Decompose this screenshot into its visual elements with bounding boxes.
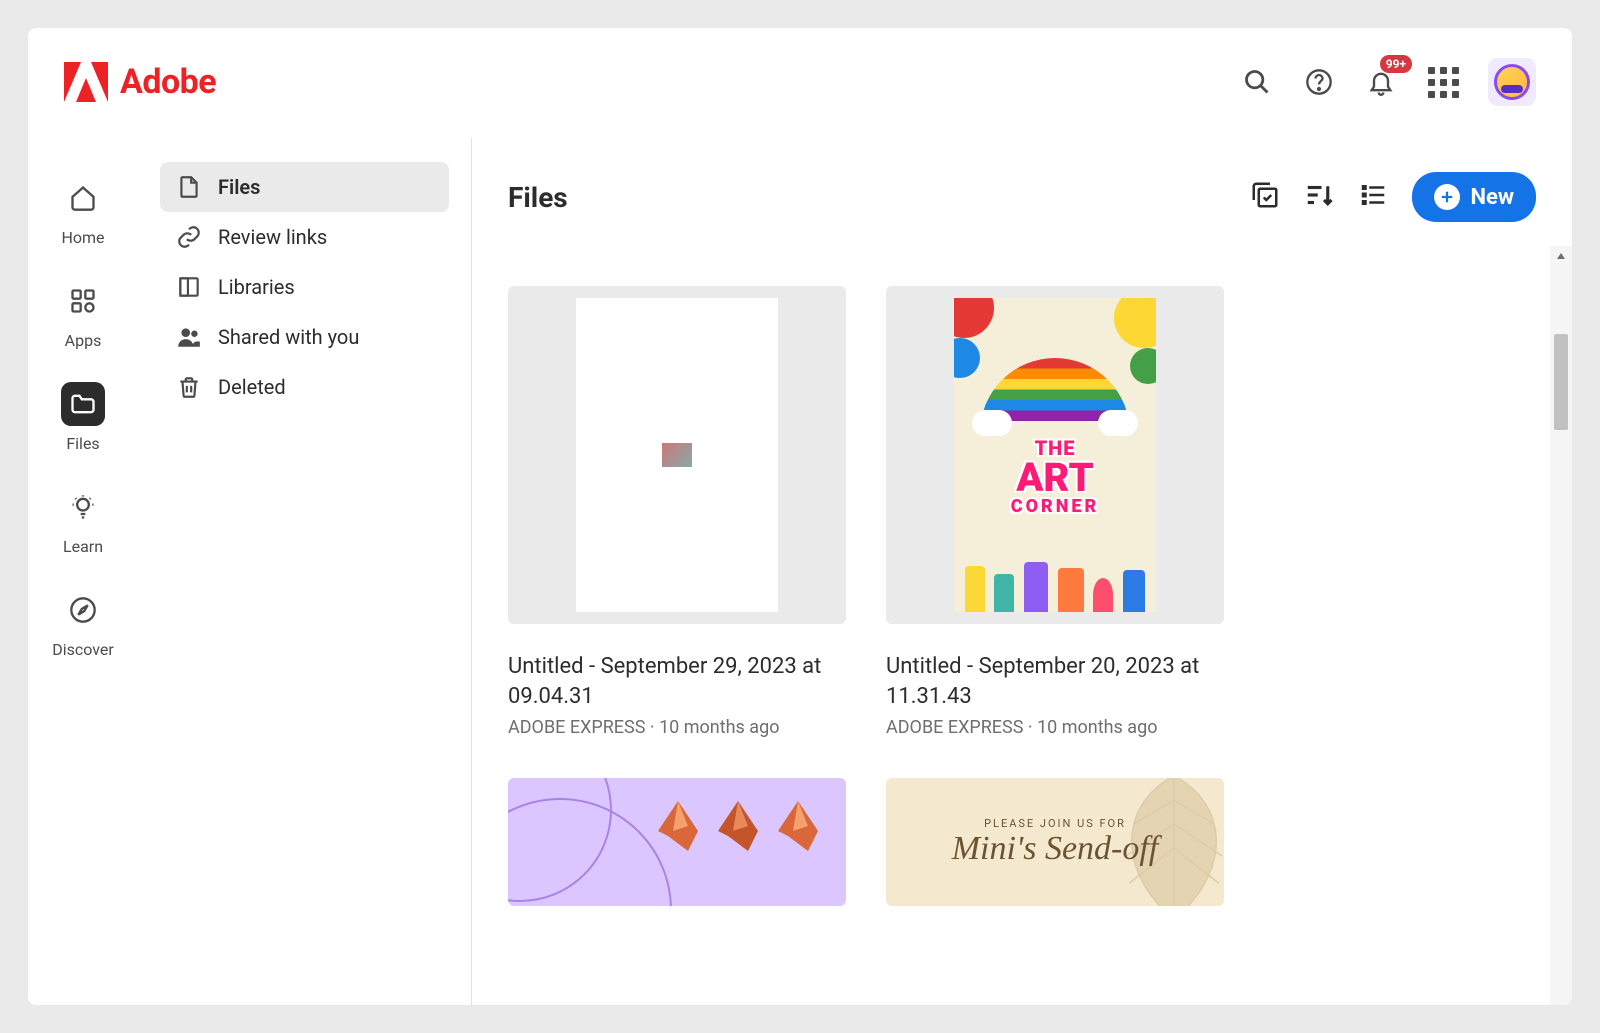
profile-avatar[interactable] [1488,58,1536,106]
app-body: Home Apps Files Learn Discover [28,136,1572,1005]
files-subnav: Files Review links Libraries Shared with… [138,138,472,1005]
nav-rail: Home Apps Files Learn Discover [28,136,138,1005]
file-thumbnail: Please join us for Mini's Send-off [886,778,1224,906]
subnav-review-links[interactable]: Review links [160,212,449,262]
search-button[interactable] [1240,65,1274,99]
file-meta: ADOBE EXPRESS · 10 months ago [508,717,846,738]
file-meta: ADOBE EXPRESS · 10 months ago [886,717,1224,738]
file-icon [176,174,202,200]
new-button[interactable]: New [1412,172,1536,222]
file-thumbnail: THE ART CORNER [886,286,1224,624]
app-window: Adobe 99+ Hom [28,28,1572,1005]
subnav-files[interactable]: Files [160,162,449,212]
brand-name: Adobe [120,62,216,102]
nav-learn[interactable]: Learn [61,485,105,556]
scroll-up-arrow[interactable] [1550,246,1572,266]
page-title: Files [508,181,568,214]
app-switcher-button[interactable] [1426,65,1460,99]
home-icon [69,184,97,212]
select-icon [1250,180,1280,210]
files-grid: Untitled - September 29, 2023 at 09.04.3… [508,286,1536,906]
subnav-deleted[interactable]: Deleted [160,362,449,412]
plus-circle-icon [1434,184,1460,210]
files-scroll-area[interactable]: Untitled - September 29, 2023 at 09.04.3… [472,246,1572,1005]
select-mode-button[interactable] [1250,180,1280,214]
nav-apps[interactable]: Apps [61,279,105,350]
header-bar: Adobe 99+ [28,28,1572,136]
trash-icon [176,374,202,400]
file-card[interactable]: THE ART CORNER [886,286,1224,738]
file-card[interactable] [508,778,846,906]
brand-logo[interactable]: Adobe [64,62,216,102]
main-header-actions: New [1250,172,1536,222]
header-actions: 99+ [1240,58,1536,106]
sort-icon [1304,180,1334,210]
grid-icon [1428,67,1459,98]
avatar-icon [1494,64,1530,100]
compass-icon [69,596,97,624]
adobe-a-icon [64,62,108,102]
main-content: Files New [472,136,1572,1005]
notification-badge: 99+ [1380,55,1412,73]
file-title: Untitled - September 20, 2023 at 11.31.4… [886,652,1224,711]
file-card[interactable]: Untitled - September 29, 2023 at 09.04.3… [508,286,846,738]
help-button[interactable] [1302,65,1336,99]
search-icon [1243,68,1271,96]
file-card[interactable]: Please join us for Mini's Send-off [886,778,1224,906]
subnav-libraries[interactable]: Libraries [160,262,449,312]
notifications-button[interactable]: 99+ [1364,65,1398,99]
file-thumbnail [508,286,846,624]
subnav-shared[interactable]: Shared with you [160,312,449,362]
apps-icon [69,287,97,315]
main-header: Files New [472,136,1572,232]
nav-files[interactable]: Files [61,382,105,453]
file-title: Untitled - September 29, 2023 at 09.04.3… [508,652,846,711]
lightbulb-icon [69,493,97,521]
nav-discover[interactable]: Discover [52,588,114,659]
scrollbar[interactable] [1550,246,1572,1005]
list-view-icon [1358,180,1388,210]
file-thumbnail [508,778,846,906]
people-icon [176,324,202,350]
folder-icon [69,390,97,418]
nav-home[interactable]: Home [61,176,105,247]
scroll-thumb[interactable] [1554,334,1568,430]
link-icon [176,224,202,250]
sort-button[interactable] [1304,180,1334,214]
help-icon [1305,68,1333,96]
view-toggle-button[interactable] [1358,180,1388,214]
libraries-icon [176,274,202,300]
